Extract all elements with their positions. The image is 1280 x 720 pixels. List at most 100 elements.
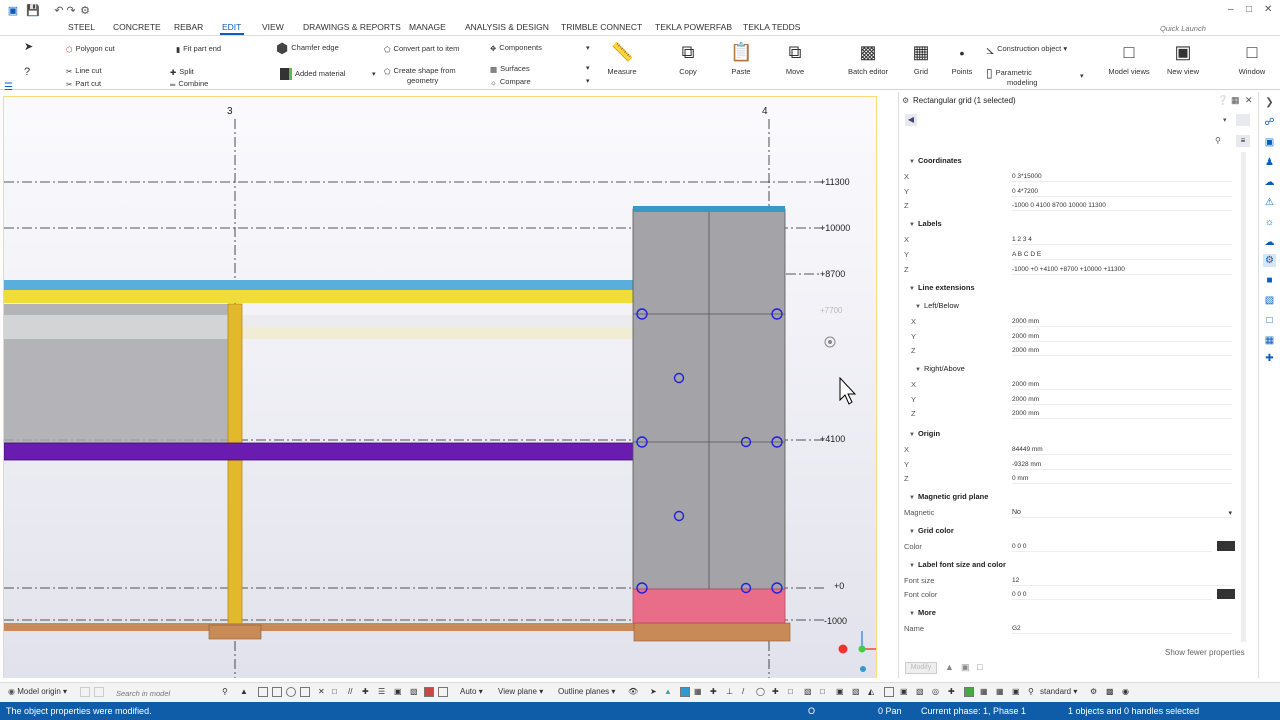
layers-icon[interactable]: ▧ xyxy=(1263,294,1276,307)
model-origin-button[interactable]: ◉ Model origin ▾ xyxy=(8,687,67,696)
tab-drawings-reports[interactable]: DRAWINGS & REPORTS xyxy=(303,22,401,32)
tab-concrete[interactable]: CONCRETE xyxy=(113,22,161,32)
snap-edge-icon[interactable]: ▧ xyxy=(916,687,924,696)
move-button[interactable]: ⧉ Move xyxy=(778,42,812,76)
paste-button[interactable]: 📋 Paste xyxy=(724,42,758,76)
section-more[interactable]: ▼ More xyxy=(909,608,936,617)
parametric-modeling-dropdown-icon[interactable]: ▾ xyxy=(1080,72,1084,81)
outline-planes-select[interactable]: Outline planes ▾ xyxy=(558,687,615,696)
beam-purple[interactable] xyxy=(4,442,635,461)
select-welds-icon[interactable] xyxy=(300,687,310,697)
section-labels[interactable]: ▼ Labels xyxy=(909,219,942,228)
line-cut-button[interactable]: ✂ Line cut xyxy=(66,66,102,76)
new-view-button[interactable]: ▣ New view xyxy=(1162,42,1204,76)
points-button[interactable]: • Points xyxy=(946,42,978,76)
save-icon[interactable]: 💾 xyxy=(26,4,40,18)
section-label-font[interactable]: ▼ Label font size and color xyxy=(909,560,1006,569)
foundation-base[interactable] xyxy=(633,622,791,642)
measure-button[interactable]: 📏 Measure xyxy=(604,42,640,76)
model-viewport[interactable]: 3 4 +11300 +10000 +8700 +7700 +4100 +0 -… xyxy=(3,96,877,678)
help-link-icon[interactable]: ☍ xyxy=(1263,116,1276,129)
split-button[interactable]: ✚ Split xyxy=(170,67,194,77)
snap-mid-icon[interactable] xyxy=(680,687,690,697)
select-views-icon[interactable]: □ xyxy=(332,687,337,696)
grid-button[interactable]: ▦ Grid xyxy=(906,42,936,76)
column-yellow[interactable] xyxy=(227,303,243,626)
select-bolts-icon[interactable]: // xyxy=(348,687,352,696)
select-parts-icon[interactable] xyxy=(272,687,282,697)
window-button[interactable]: □ Window xyxy=(1234,42,1270,76)
copy-button[interactable]: ⧉ Copy xyxy=(672,42,704,76)
part-cut-button[interactable]: ✂ Part cut xyxy=(66,79,101,89)
chamfer-edge-button[interactable]: ⬢ Chamfer edge xyxy=(276,41,339,55)
snap-origin-icon[interactable]: ✚ xyxy=(948,687,955,696)
tab-tekla-powerfab[interactable]: TEKLA POWERFAB xyxy=(655,22,732,32)
snap-reference-icon[interactable]: ▧ xyxy=(852,687,860,696)
ra-x-field[interactable]: 2000 mm xyxy=(1012,381,1232,390)
search-in-model-input[interactable] xyxy=(116,686,232,700)
select-points-icon[interactable] xyxy=(286,687,296,697)
close-panel-icon[interactable]: ✕ xyxy=(1245,95,1253,106)
app-logo-icon[interactable]: ▣ xyxy=(6,4,20,18)
menu-icon[interactable]: ☰ xyxy=(4,82,13,93)
lb-x-field[interactable]: 2000 mm xyxy=(1012,318,1232,327)
catalog-icon[interactable]: ▣ xyxy=(1263,136,1276,149)
label-z-field[interactable]: -1000 +0 +4100 +8700 +10000 +11300 xyxy=(1012,266,1232,275)
snap-perpendicular-icon[interactable]: ⊥ xyxy=(726,687,733,696)
help-icon[interactable]: ? xyxy=(24,67,30,78)
view-plane-select[interactable]: View plane ▾ xyxy=(498,687,543,696)
font-size-field[interactable]: 12 xyxy=(1012,577,1232,586)
back-arrow-icon[interactable]: ◀ xyxy=(905,114,917,126)
origin-x-field[interactable]: 84449 mm xyxy=(1012,446,1232,455)
tab-edit[interactable]: EDIT xyxy=(222,22,241,32)
font-color-swatch[interactable] xyxy=(1217,589,1235,599)
search-model-icon[interactable]: ⚲ xyxy=(222,687,228,696)
snap-plane-icon[interactable]: ▧ xyxy=(804,687,812,696)
snap-geometry-icon[interactable]: □ xyxy=(820,687,825,696)
lb-z-field[interactable]: 2000 mm xyxy=(1012,347,1232,356)
snap-nearest-icon[interactable]: ◯ xyxy=(756,687,765,696)
settings-gear-icon[interactable]: ⚙ xyxy=(1090,687,1097,696)
compare-dropdown-icon[interactable]: ▾ xyxy=(586,77,590,86)
cloud-sync-icon[interactable]: ☁ xyxy=(1263,236,1276,249)
status-phase[interactable]: Current phase: 1, Phase 1 xyxy=(921,706,1026,716)
snap-part-icon[interactable]: ▣ xyxy=(900,687,908,696)
list-view-icon[interactable]: ≡ xyxy=(1236,135,1250,147)
tab-tekla-tedds[interactable]: TEKLA TEDDS xyxy=(743,22,800,32)
users-icon[interactable]: ♟ xyxy=(1263,156,1276,169)
origin-y-field[interactable]: -9328 mm xyxy=(1012,461,1232,470)
select-rebar-icon[interactable]: ▧ xyxy=(410,687,418,696)
globe-icon[interactable]: ☼ xyxy=(1263,216,1276,229)
select-components-icon[interactable]: ☰ xyxy=(378,687,385,696)
tab-rebar[interactable]: REBAR xyxy=(174,22,203,32)
convert-part-button[interactable]: ⬠ Convert part to item xyxy=(384,44,459,54)
subsection-left-below[interactable]: ▼ Left/Below xyxy=(915,301,959,310)
name-field[interactable]: G2 xyxy=(1012,625,1232,634)
font-color-field[interactable]: 0 0 0 xyxy=(1012,591,1212,600)
snap-zoom-icon[interactable]: ▣ xyxy=(1012,687,1020,696)
tab-steel[interactable]: STEEL xyxy=(68,22,95,32)
visibility-eye-icon[interactable]: 👁 xyxy=(628,687,638,696)
property-pane-icon[interactable]: ⚙ xyxy=(1263,254,1276,267)
snap-toggle-2-icon[interactable] xyxy=(94,687,104,697)
grid-color-field[interactable]: 0 0 0 xyxy=(1012,543,1212,552)
coord-x-field[interactable]: 0 3*15000 xyxy=(1012,173,1232,182)
origin-z-field[interactable]: 0 mm xyxy=(1012,475,1232,484)
compare-button[interactable]: ☼ Compare xyxy=(490,77,531,87)
components-dropdown-icon[interactable]: ▾ xyxy=(586,44,590,53)
section-grid-color[interactable]: ▼ Grid color xyxy=(909,526,954,535)
model-views-button[interactable]: □ Model views xyxy=(1104,42,1154,76)
label-x-field[interactable]: 1 2 3 4 xyxy=(1012,236,1232,245)
restore-icon[interactable]: □ xyxy=(1246,4,1252,15)
tab-view[interactable]: VIEW xyxy=(262,22,284,32)
select-grids-icon[interactable]: ✚ xyxy=(362,687,369,696)
footing-small[interactable] xyxy=(208,624,262,640)
parametric-modeling-button[interactable]: ▯ Parametric xyxy=(986,67,1032,79)
select-assembly-icon[interactable] xyxy=(424,687,434,697)
select-reference-icon[interactable]: ▣ xyxy=(394,687,402,696)
section-coordinates[interactable]: ▼ Coordinates xyxy=(909,156,962,165)
select-surfaces-icon[interactable] xyxy=(438,687,448,697)
save-preset-icon[interactable] xyxy=(1236,114,1250,126)
snap-pointer-icon[interactable]: ➤ xyxy=(650,687,657,696)
close-window-icon[interactable]: ✕ xyxy=(1264,4,1272,15)
